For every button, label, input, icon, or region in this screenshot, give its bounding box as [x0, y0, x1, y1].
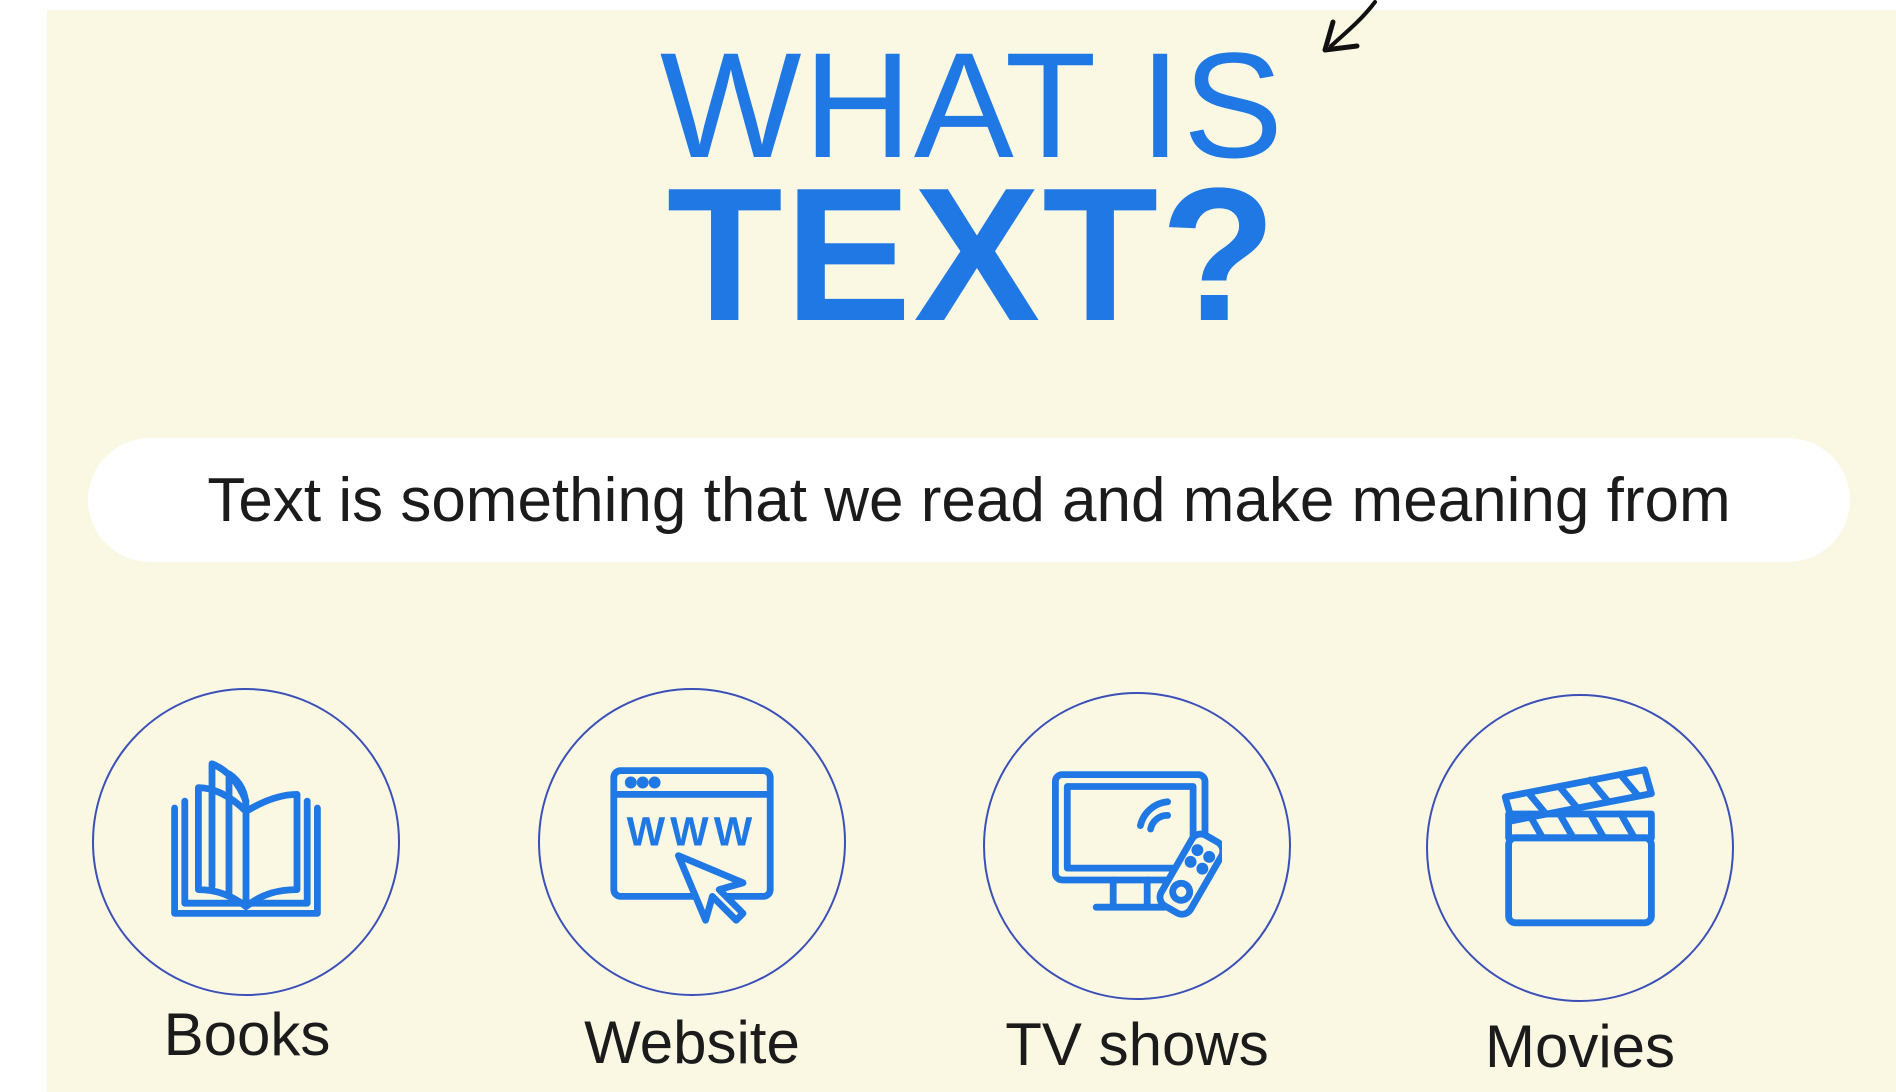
books-label: Books [163, 1001, 331, 1068]
movies-label: Movies [1484, 1013, 1676, 1080]
tv-shows-label: TV shows [1005, 1011, 1269, 1078]
movies-circle [1426, 694, 1734, 1002]
definition-pill: Text is something that we read and make … [88, 438, 1850, 562]
clapperboard-icon [1501, 766, 1655, 927]
website-icon: WWW [610, 767, 774, 924]
tv-shows-circle [983, 692, 1291, 1000]
tv-remote-icon [1052, 771, 1222, 918]
title-text: TEXT? [666, 149, 1279, 361]
website-label: Website [584, 1009, 800, 1076]
book-icon [171, 760, 321, 917]
books-circle [92, 688, 400, 996]
website-circle: WWW [538, 688, 846, 996]
definition-text: Text is something that we read and make … [207, 465, 1731, 535]
www-text: WWW [627, 808, 758, 854]
